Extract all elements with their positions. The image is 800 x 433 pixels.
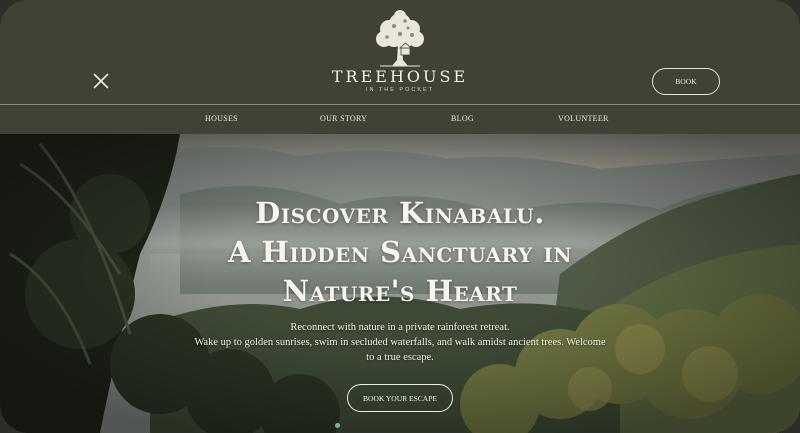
nav-item-our-story[interactable]: OUR STORY xyxy=(320,114,367,123)
hero-description-line-1: Reconnect with nature in a private rainf… xyxy=(290,322,510,333)
carousel-indicator-dot[interactable] xyxy=(335,423,340,428)
close-icon xyxy=(93,73,109,89)
hero-title-line-3: Nature's Heart xyxy=(282,274,518,308)
menu-button[interactable] xyxy=(92,72,110,90)
main-nav: HOUSES OUR STORY BLOG VOLUNTEER xyxy=(0,105,800,134)
brand-logo[interactable]: TREEHOUSE IN THE POCKET xyxy=(320,8,480,100)
nav-item-volunteer[interactable]: VOLUNTEER xyxy=(558,114,609,123)
hero-title-line-2: A Hidden Sanctuary in xyxy=(227,235,573,269)
tree-icon xyxy=(376,10,424,67)
hero-description-line-2: Wake up to golden sunrises, swim in secl… xyxy=(194,337,606,348)
site-header: TREEHOUSE IN THE POCKET BOOK HOUSES OUR … xyxy=(0,0,800,134)
hero-title-line-1: Discover Kinabalu. xyxy=(255,196,545,230)
brand-tagline: IN THE POCKET xyxy=(365,87,435,93)
hero-description-line-3: to a true escape. xyxy=(366,352,434,363)
book-button[interactable]: BOOK xyxy=(652,68,720,95)
nav-item-blog[interactable]: BLOG xyxy=(451,114,474,123)
hero-description: Reconnect with nature in a private rainf… xyxy=(180,320,620,365)
hero-section: Discover Kinabalu. A Hidden Sanctuary in… xyxy=(0,134,800,433)
brand-name: TREEHOUSE xyxy=(331,67,469,86)
nav-item-houses[interactable]: HOUSES xyxy=(205,114,238,123)
book-your-escape-button[interactable]: BOOK YOUR ESCAPE xyxy=(347,384,453,412)
hero-title: Discover Kinabalu. A Hidden Sanctuary in… xyxy=(150,194,650,311)
page-frame: TREEHOUSE IN THE POCKET BOOK HOUSES OUR … xyxy=(0,0,800,433)
